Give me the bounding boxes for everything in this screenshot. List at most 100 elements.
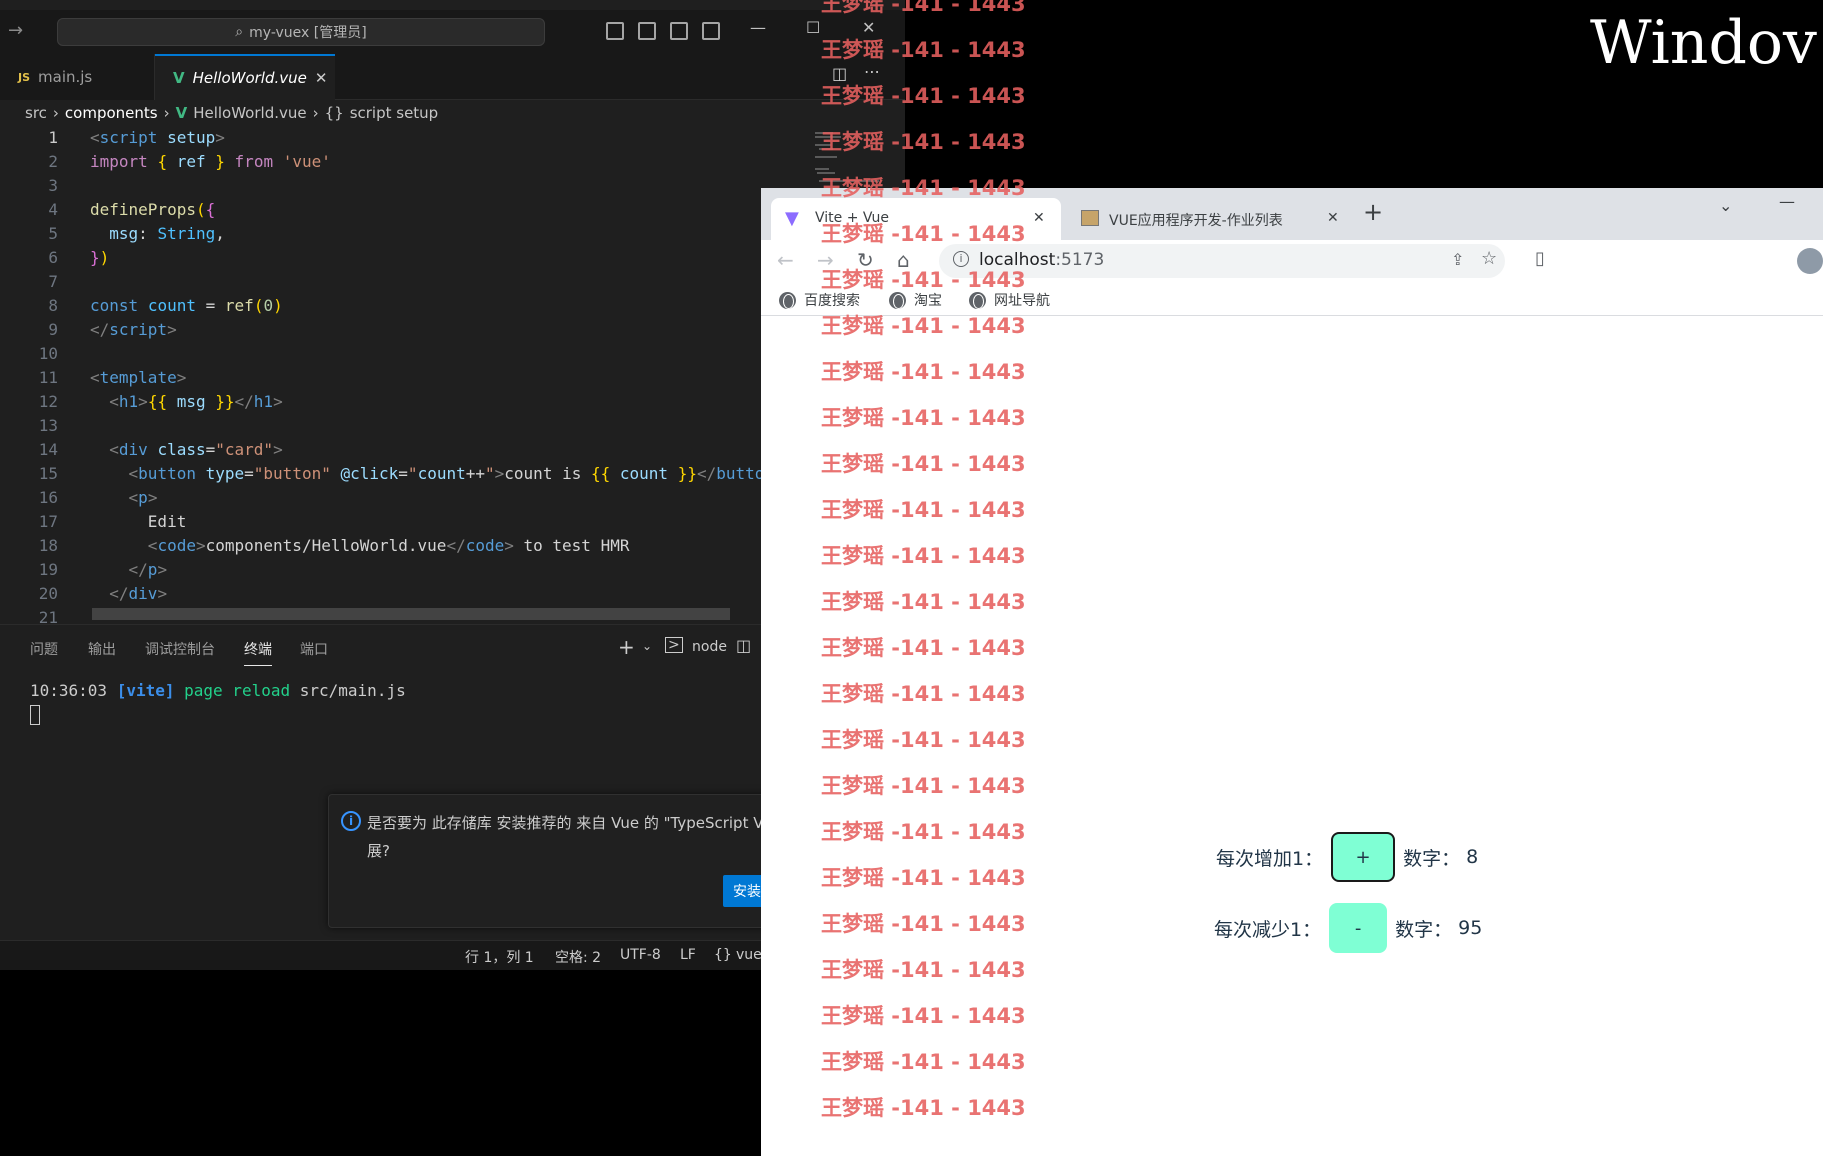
tab-debug-console[interactable]: 调试控制台 <box>145 639 215 659</box>
chevron-down-icon[interactable]: ⌄ <box>642 639 652 653</box>
increment-value-label: 数字： <box>1403 847 1461 870</box>
breadcrumb-item[interactable]: components <box>65 104 158 122</box>
browser-tab-homework[interactable]: VUE应用程序开发-作业列表 ✕ <box>1067 198 1347 240</box>
increment-button[interactable]: + <box>1331 832 1396 882</box>
desktop-text: Windov <box>1590 8 1817 78</box>
watermark-text: 王梦瑶 -141 - 1443 <box>821 314 1026 338</box>
chevron-right-icon: › <box>52 104 59 122</box>
toggle-sidebar-icon[interactable] <box>606 22 624 40</box>
split-terminal-icon[interactable]: ◫ <box>736 636 751 655</box>
indentation[interactable]: 空格: 2 <box>555 947 601 967</box>
minimize-icon[interactable]: — <box>750 18 766 37</box>
watermark-text: 王梦瑶 -141 - 1443 <box>821 912 1026 936</box>
globe-icon <box>779 291 796 309</box>
new-terminal-icon[interactable]: + <box>618 635 635 659</box>
back-icon[interactable]: ← <box>777 248 794 272</box>
vue-file-icon: V <box>175 104 188 122</box>
breadcrumb-item[interactable]: script setup <box>350 104 439 122</box>
minimize-icon[interactable]: — <box>1779 192 1795 211</box>
watermark-text: 王梦瑶 -141 - 1443 <box>821 268 1026 292</box>
command-center[interactable]: ⌕ my-vuex [管理员] <box>57 18 545 46</box>
tab-output[interactable]: 输出 <box>88 639 116 659</box>
terminal-name[interactable]: node <box>692 639 727 655</box>
cursor-position[interactable]: 行 1，列 1 <box>465 947 534 967</box>
watermark-text: 王梦瑶 -141 - 1443 <box>821 682 1026 706</box>
info-icon: i <box>341 811 361 831</box>
watermark-text: 王梦瑶 -141 - 1443 <box>821 1096 1026 1120</box>
decrement-label: 每次减少1： <box>1214 918 1322 941</box>
braces-icon: {} <box>714 947 732 963</box>
tab-ports[interactable]: 端口 <box>300 639 328 659</box>
js-file-icon: JS <box>18 70 31 84</box>
tab-terminal[interactable]: 终端 <box>244 639 272 666</box>
breadcrumb-item[interactable]: src <box>25 104 47 122</box>
line-number: 3 <box>48 176 58 195</box>
chevron-right-icon: › <box>163 104 170 122</box>
editor-tabs: JS main.js V HelloWorld.vue ✕ ◫ ⋯ <box>0 54 905 100</box>
terminal-cursor <box>30 705 40 725</box>
watermark-text: 王梦瑶 -141 - 1443 <box>821 452 1026 476</box>
more-actions-icon[interactable]: ⋯ <box>864 62 880 81</box>
maximize-icon[interactable]: ☐ <box>806 18 820 37</box>
braces-icon: {} <box>324 104 344 122</box>
decrement-value: 95 <box>1458 917 1483 939</box>
breadcrumb: src › components › V HelloWorld.vue › {}… <box>0 100 905 126</box>
customize-layout-icon[interactable] <box>702 22 720 40</box>
line-ending[interactable]: LF <box>680 947 696 963</box>
tab-helloworld-vue[interactable]: V HelloWorld.vue ✕ <box>155 54 335 100</box>
search-icon: ⌕ <box>235 24 244 40</box>
watermark-text: 王梦瑶 -141 - 1443 <box>821 406 1026 430</box>
avatar[interactable] <box>1797 248 1823 274</box>
toggle-panel-icon[interactable] <box>638 22 656 40</box>
close-tab-icon[interactable]: ✕ <box>1327 210 1339 226</box>
watermark-text: 王梦瑶 -141 - 1443 <box>821 774 1026 798</box>
watermark-text: 王梦瑶 -141 - 1443 <box>821 544 1026 568</box>
watermark-text: 王梦瑶 -141 - 1443 <box>821 636 1026 660</box>
watermark-text: 王梦瑶 -141 - 1443 <box>821 590 1026 614</box>
share-icon[interactable]: ⇪ <box>1451 250 1464 269</box>
tab-label: HelloWorld.vue <box>192 69 307 87</box>
increment-label: 每次增加1： <box>1216 847 1324 870</box>
terminal-file: src/main.js <box>299 681 406 700</box>
line-number: 10 <box>38 344 58 363</box>
decrement-value-label: 数字： <box>1395 918 1453 941</box>
terminal-vite-tag: [vite] <box>116 681 175 700</box>
watermark-text: 王梦瑶 -141 - 1443 <box>821 38 1026 62</box>
language-mode[interactable]: vue <box>736 947 762 963</box>
breadcrumb-item[interactable]: HelloWorld.vue <box>193 104 306 122</box>
command-center-label: my-vuex [管理员] <box>249 25 367 41</box>
watermark-text: 王梦瑶 -141 - 1443 <box>821 1050 1026 1074</box>
tab-search-icon[interactable]: ⌄ <box>1719 196 1732 215</box>
browser-tab-label: VUE应用程序开发-作业列表 <box>1109 213 1283 229</box>
watermark-text: 王梦瑶 -141 - 1443 <box>821 728 1026 752</box>
vite-logo-icon: ▼ <box>785 208 799 229</box>
toggle-secondary-sidebar-icon[interactable] <box>670 22 688 40</box>
watermark-text: 王梦瑶 -141 - 1443 <box>821 820 1026 844</box>
watermark-text: 王梦瑶 -141 - 1443 <box>821 0 1026 16</box>
terminal-message: page reload <box>184 681 291 700</box>
title-bar: → ⌕ my-vuex [管理员] — ☐ ✕ <box>0 10 905 54</box>
watermark-text: 王梦瑶 -141 - 1443 <box>821 498 1026 522</box>
close-tab-icon[interactable]: ✕ <box>1033 210 1045 226</box>
decrement-button[interactable]: - <box>1329 903 1388 953</box>
line-number: 7 <box>48 272 58 291</box>
arrow-right-icon[interactable]: → <box>8 20 23 41</box>
encoding[interactable]: UTF-8 <box>620 947 661 963</box>
globe-icon <box>889 291 906 309</box>
tab-problems[interactable]: 问题 <box>30 639 58 659</box>
terminal-output: 10:36:03 [vite] page reload src/main.js <box>30 681 406 700</box>
decrement-row: 每次减少1： - 数字： 95 <box>1214 903 1482 953</box>
watermark-text: 王梦瑶 -141 - 1443 <box>821 84 1026 108</box>
watermark-text: 王梦瑶 -141 - 1443 <box>821 958 1026 982</box>
bookmark-star-icon[interactable]: ☆ <box>1481 248 1497 269</box>
horizontal-scrollbar[interactable] <box>92 608 730 620</box>
increment-value: 8 <box>1466 846 1479 868</box>
side-panel-icon[interactable]: ▯ <box>1535 248 1545 269</box>
new-tab-icon[interactable]: + <box>1363 198 1383 226</box>
vue-file-icon: V <box>173 69 185 87</box>
tab-label: main.js <box>38 68 93 86</box>
terminal-time: 10:36:03 <box>30 681 108 700</box>
tab-main-js[interactable]: JS main.js <box>0 54 155 100</box>
line-number: 13 <box>38 416 58 435</box>
close-tab-icon[interactable]: ✕ <box>315 69 328 87</box>
